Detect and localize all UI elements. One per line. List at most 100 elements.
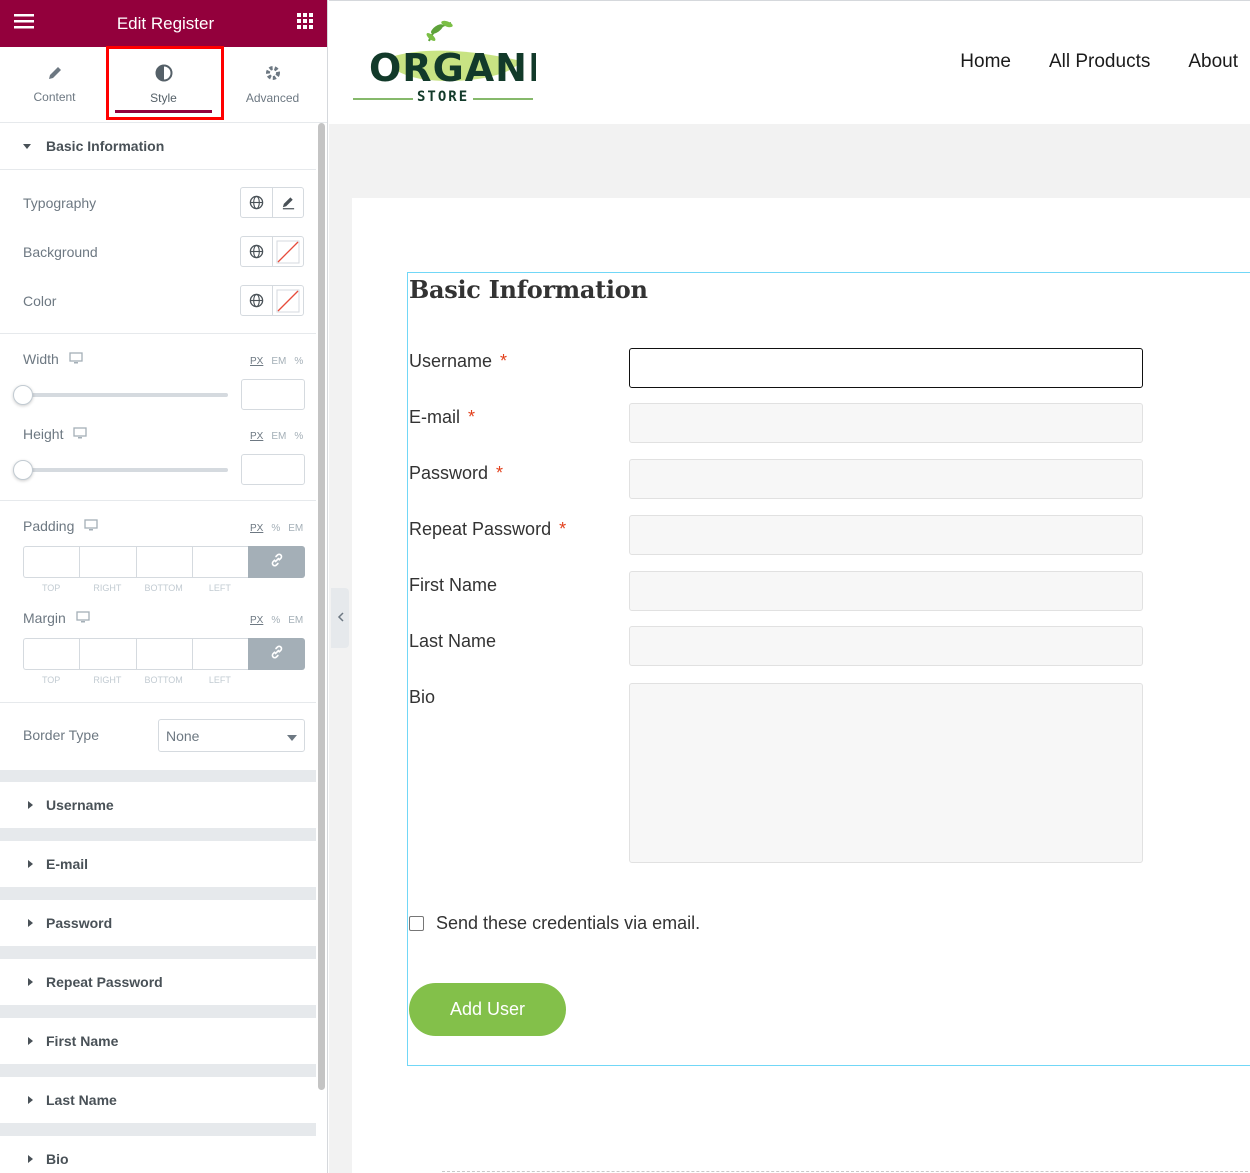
label-text: E-mail xyxy=(409,407,461,427)
register-form-widget[interactable]: Basic Information Username * E-mail * Pass… xyxy=(407,272,1250,1066)
caret-right-icon xyxy=(28,919,33,927)
padding-units[interactable]: PX % EM xyxy=(250,523,303,534)
global-icon[interactable] xyxy=(241,188,272,217)
panel-title: Edit Register xyxy=(116,13,215,33)
link-values-button[interactable] xyxy=(248,546,305,578)
password-input[interactable] xyxy=(629,459,1143,499)
unit-px[interactable]: PX xyxy=(250,615,263,626)
dim-label-bottom: BOTTOM xyxy=(144,583,183,593)
unit-percent[interactable]: % xyxy=(271,615,280,626)
unit-percent[interactable]: % xyxy=(271,523,280,534)
unit-px[interactable]: PX xyxy=(250,523,263,534)
unit-px[interactable]: PX xyxy=(250,431,263,442)
section-username[interactable]: Username xyxy=(0,782,316,829)
unit-px[interactable]: PX xyxy=(250,356,263,367)
color-control: Color xyxy=(23,285,304,316)
unit-em[interactable]: EM xyxy=(271,356,286,367)
label-text: Repeat Password xyxy=(409,519,552,539)
margin-left-input[interactable] xyxy=(191,638,248,670)
main-nav: Home All Products About xyxy=(960,51,1238,73)
unit-percent[interactable]: % xyxy=(294,356,303,367)
margin-bottom-input[interactable] xyxy=(135,638,192,670)
empty-color-swatch-icon[interactable] xyxy=(272,237,303,266)
section-gap xyxy=(0,888,316,900)
collapse-panel-button[interactable] xyxy=(331,588,349,648)
bio-textarea[interactable] xyxy=(629,683,1143,863)
margin-top-input[interactable] xyxy=(23,638,80,670)
height-slider-track[interactable] xyxy=(23,468,228,472)
unit-em[interactable]: EM xyxy=(288,523,303,534)
dim-label-left: LEFT xyxy=(208,675,231,685)
send-credentials-row: Send these credentials via email. xyxy=(409,913,700,934)
label-text: Password xyxy=(409,463,489,483)
panel-scrollbar[interactable] xyxy=(318,123,325,1090)
add-user-button[interactable]: Add User xyxy=(409,983,566,1036)
desktop-icon[interactable] xyxy=(69,351,83,367)
nav-home[interactable]: Home xyxy=(960,51,1011,73)
width-number-input[interactable] xyxy=(241,379,305,410)
global-icon[interactable] xyxy=(241,286,272,315)
tab-advanced[interactable]: Advanced xyxy=(218,47,327,122)
margin-right-input[interactable] xyxy=(79,638,136,670)
section-password[interactable]: Password xyxy=(0,900,316,947)
section-first-name[interactable]: First Name xyxy=(0,1018,316,1065)
required-asterisk: * xyxy=(559,519,567,539)
width-slider-handle[interactable] xyxy=(13,385,33,405)
section-repeat-password[interactable]: Repeat Password xyxy=(0,959,316,1006)
global-icon[interactable] xyxy=(241,237,272,266)
margin-units[interactable]: PX % EM xyxy=(250,615,303,626)
organic-store-logo[interactable]: ORGANIC STORE xyxy=(351,17,571,107)
height-slider-handle[interactable] xyxy=(13,460,33,480)
username-label: Username * xyxy=(409,351,507,372)
nav-all-products[interactable]: All Products xyxy=(1049,51,1150,73)
edit-pencil-icon[interactable] xyxy=(272,188,303,217)
nav-about[interactable]: About xyxy=(1188,51,1238,73)
last-name-input[interactable] xyxy=(629,626,1143,666)
unit-percent[interactable]: % xyxy=(294,431,303,442)
padding-bottom-input[interactable] xyxy=(135,546,192,578)
border-type-value: None xyxy=(166,727,200,744)
desktop-icon[interactable] xyxy=(84,518,99,534)
link-values-button[interactable] xyxy=(248,638,305,670)
empty-color-swatch-icon[interactable] xyxy=(272,286,303,315)
desktop-icon[interactable] xyxy=(73,426,88,442)
form-title: Basic Information xyxy=(409,275,648,304)
padding-left-input[interactable] xyxy=(191,546,248,578)
username-input[interactable] xyxy=(629,348,1143,388)
label-text: Bio xyxy=(409,687,436,707)
bio-label: Bio xyxy=(409,687,435,708)
dim-label-top: TOP xyxy=(41,583,61,593)
email-input[interactable] xyxy=(629,403,1143,443)
dim-label-right: RIGHT xyxy=(93,675,122,685)
height-number-input[interactable] xyxy=(241,454,305,485)
padding-top-input[interactable] xyxy=(23,546,80,578)
background-buttons xyxy=(240,236,304,267)
repeat-password-input[interactable] xyxy=(629,515,1143,555)
section-last-name[interactable]: Last Name xyxy=(0,1077,316,1124)
section-email-label: E-mail xyxy=(46,856,89,872)
divider xyxy=(0,500,316,501)
hamburger-menu-icon[interactable] xyxy=(14,13,34,34)
unit-em[interactable]: EM xyxy=(271,431,286,442)
dim-label-top: TOP xyxy=(41,675,61,685)
caret-right-icon xyxy=(28,978,33,986)
section-email[interactable]: E-mail xyxy=(0,841,316,888)
padding-right-input[interactable] xyxy=(79,546,136,578)
first-name-input[interactable] xyxy=(629,571,1143,611)
margin-dimension-labels: TOP RIGHT BOTTOM LEFT xyxy=(23,675,248,685)
section-bio[interactable]: Bio xyxy=(0,1136,316,1173)
site-header: ORGANIC STORE Home All Products About xyxy=(329,0,1250,124)
link-icon xyxy=(270,645,284,664)
tab-content[interactable]: Content xyxy=(0,47,109,122)
desktop-icon[interactable] xyxy=(76,610,90,626)
width-slider-track[interactable] xyxy=(23,393,228,397)
unit-em[interactable]: EM xyxy=(288,615,303,626)
section-gap xyxy=(0,947,316,959)
send-credentials-checkbox[interactable] xyxy=(409,916,424,931)
height-units[interactable]: PX EM % xyxy=(250,431,303,442)
widgets-grid-icon[interactable] xyxy=(296,13,313,34)
tab-style[interactable]: Style xyxy=(109,47,218,122)
section-basic-information[interactable]: Basic Information xyxy=(0,123,316,170)
border-type-select[interactable]: None xyxy=(158,719,305,752)
width-units[interactable]: PX EM % xyxy=(250,356,303,367)
